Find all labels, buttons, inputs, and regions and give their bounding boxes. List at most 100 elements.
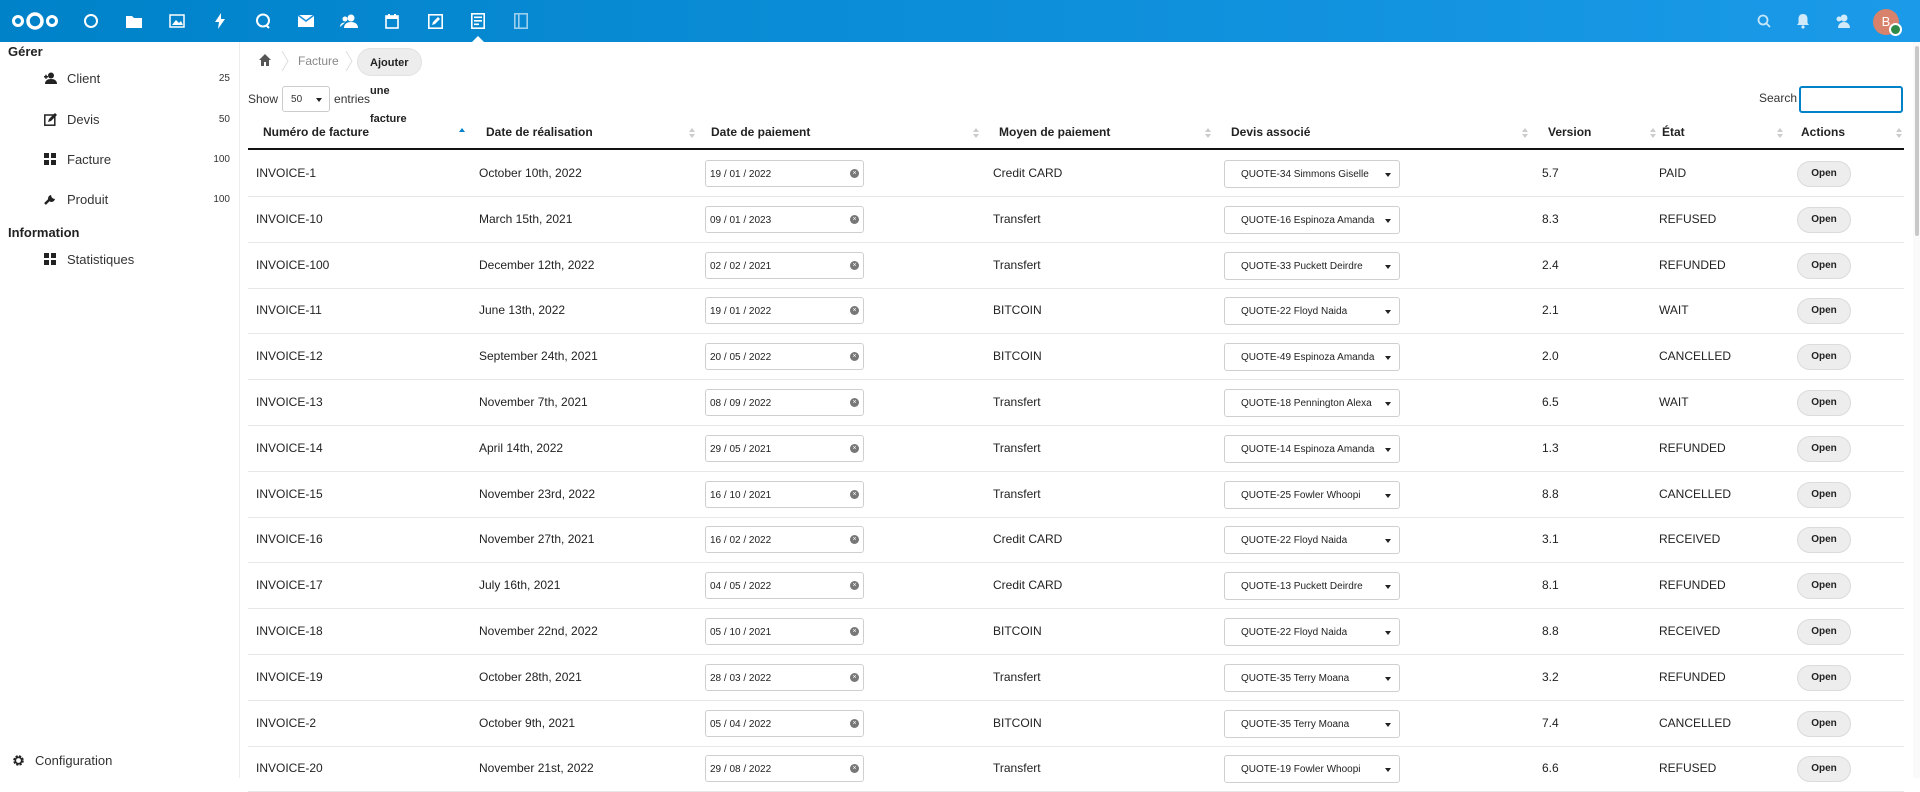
invoice-number-cell: INVOICE-15 [256,486,323,501]
sidebar-item-devis[interactable]: Devis 50 [0,101,240,137]
sidebar-item-count: 100 [213,193,230,205]
associated-quote-select[interactable]: QUOTE-14 Espinoza Amanda [1224,434,1400,463]
table-row: INVOICE-10 March 15th, 2021 09 / 01 / 20… [248,197,1904,243]
invoice-number-cell: INVOICE-13 [256,395,323,409]
payment-date-input[interactable]: 19 / 01 / 2022 × [705,160,864,187]
payment-date-input[interactable]: 04 / 05 / 2022 × [705,572,864,600]
payment-date-input[interactable]: 16 / 10 / 2021 × [705,480,864,508]
open-button[interactable]: Open [1797,756,1851,783]
status-cell: REFUNDED [1659,440,1726,455]
payment-date-input[interactable]: 20 / 05 / 2022 × [705,343,864,371]
associated-quote-select[interactable]: QUOTE-22 Floyd Naida [1224,618,1400,646]
sidebar-item-client[interactable]: Client 25 [0,60,240,96]
breadcrumb-add-invoice[interactable]: Ajouter une facture [357,48,422,125]
clear-date-icon[interactable]: × [850,352,859,362]
grid-icon [43,152,57,166]
column-header-version[interactable]: Version [1548,117,1591,148]
associated-quote-select[interactable]: QUOTE-34 Simmons Giselle [1224,160,1400,188]
clear-date-icon[interactable]: × [850,672,859,682]
invoice-number-cell: INVOICE-14 [256,440,323,455]
open-button[interactable]: Open [1797,619,1851,645]
clear-date-icon[interactable]: × [850,718,859,728]
invoice-number-cell: INVOICE-12 [256,349,323,364]
payment-date-input[interactable]: 28 / 03 / 2022 × [705,663,864,691]
payment-date-input[interactable]: 08 / 09 / 2022 × [705,389,864,416]
payment-date-input[interactable]: 09 / 01 / 2023 × [705,205,864,233]
scrollbar-thumb[interactable] [1915,46,1919,236]
notifications-bell-icon[interactable] [1794,12,1812,30]
nextcloud-logo[interactable] [10,9,60,33]
photos-app-icon[interactable] [167,11,187,31]
associated-quote-select[interactable]: QUOTE-25 Fowler Whoopi [1224,480,1400,509]
column-header-status[interactable]: État [1662,117,1685,148]
open-button[interactable]: Open [1797,481,1851,508]
sidebar-item-statistiques[interactable]: Statistiques [0,241,240,277]
open-button[interactable]: Open [1797,298,1851,325]
clear-date-icon[interactable]: × [850,306,859,316]
associated-quote-select[interactable]: QUOTE-35 Terry Moana [1224,663,1400,692]
associated-quote-select[interactable]: QUOTE-22 Floyd Naida [1224,297,1400,326]
associated-quote-select[interactable]: QUOTE-19 Fowler Whoopi [1224,755,1400,784]
payment-date-input[interactable]: 05 / 10 / 2021 × [705,618,864,645]
breadcrumb-facture[interactable]: Facture [298,51,339,71]
associated-quote-select[interactable]: QUOTE-22 Floyd Naida [1224,526,1400,555]
associated-quote-select[interactable]: QUOTE-18 Pennington Alexa [1224,389,1400,417]
open-button[interactable]: Open [1797,252,1851,279]
open-button[interactable]: Open [1797,161,1851,187]
payment-method-cell: BITCOIN [993,303,1042,318]
open-button[interactable]: Open [1797,664,1851,691]
payment-date-input[interactable]: 16 / 02 / 2022 × [705,526,864,554]
home-icon[interactable] [258,53,272,67]
open-button[interactable]: Open [1797,390,1851,416]
clear-date-icon[interactable]: × [850,443,859,453]
clear-date-icon[interactable]: × [850,581,859,591]
sidebar-item-facture[interactable]: Facture 100 [0,141,240,177]
clear-date-icon[interactable]: × [850,398,859,407]
payment-date-input[interactable]: 29 / 08 / 2022 × [705,755,864,783]
contacts-app-icon[interactable] [339,11,359,31]
payment-date-input[interactable]: 29 / 05 / 2021 × [705,434,864,462]
associated-quote-select[interactable]: QUOTE-13 Puckett Deirdre [1224,572,1400,601]
column-header-payment-date[interactable]: Date de paiement [711,117,810,148]
entries-select[interactable]: 50 [282,86,331,112]
open-button[interactable]: Open [1797,710,1851,737]
activity-app-icon[interactable] [210,11,230,31]
column-header-realisation-date[interactable]: Date de réalisation [486,117,593,148]
open-button[interactable]: Open [1797,344,1851,371]
column-header-associated-quote[interactable]: Devis associé [1231,117,1310,148]
open-button[interactable]: Open [1797,573,1851,600]
associated-quote-select[interactable]: QUOTE-33 Puckett Deirdre [1224,251,1400,280]
column-header-invoice-number[interactable]: Numéro de facture [263,117,369,148]
open-button[interactable]: Open [1797,435,1851,462]
associated-quote-select[interactable]: QUOTE-35 Terry Moana [1224,709,1400,738]
clear-date-icon[interactable]: × [850,535,859,545]
document-app-icon[interactable] [511,11,531,31]
mail-app-icon[interactable] [296,11,316,31]
clear-date-icon[interactable]: × [850,169,859,178]
dashboard-app-icon[interactable] [81,11,101,31]
clear-date-icon[interactable]: × [850,764,859,774]
payment-date-input[interactable]: 19 / 01 / 2022 × [705,297,864,325]
clear-date-icon[interactable]: × [850,489,859,499]
search-icon[interactable] [1755,12,1773,30]
open-button[interactable]: Open [1797,527,1851,554]
invoice-app-icon[interactable] [468,11,488,42]
column-header-payment-method[interactable]: Moyen de paiement [999,117,1110,148]
search-input[interactable] [1799,86,1903,113]
associated-quote-select[interactable]: QUOTE-16 Espinoza Amanda [1224,205,1400,234]
talk-app-icon[interactable] [253,11,273,31]
payment-date-input[interactable]: 02 / 02 / 2021 × [705,251,864,279]
clear-date-icon[interactable]: × [850,260,859,270]
associated-quote-select[interactable]: QUOTE-49 Espinoza Amanda [1224,343,1400,372]
open-button[interactable]: Open [1797,206,1851,233]
sidebar: Gérer Client 25 Devis 50 Facture 100 Pro… [0,42,240,778]
clear-date-icon[interactable]: × [850,214,859,224]
sidebar-item-produit[interactable]: Produit 100 [0,181,240,217]
clear-date-icon[interactable]: × [850,627,859,636]
contacts-menu-icon[interactable] [1834,12,1852,30]
notes-app-icon[interactable] [425,11,445,31]
payment-date-input[interactable]: 05 / 04 / 2022 × [705,709,864,737]
calendar-app-icon[interactable] [382,11,402,31]
files-app-icon[interactable] [124,11,144,31]
sidebar-item-configuration[interactable]: Configuration [0,742,240,778]
